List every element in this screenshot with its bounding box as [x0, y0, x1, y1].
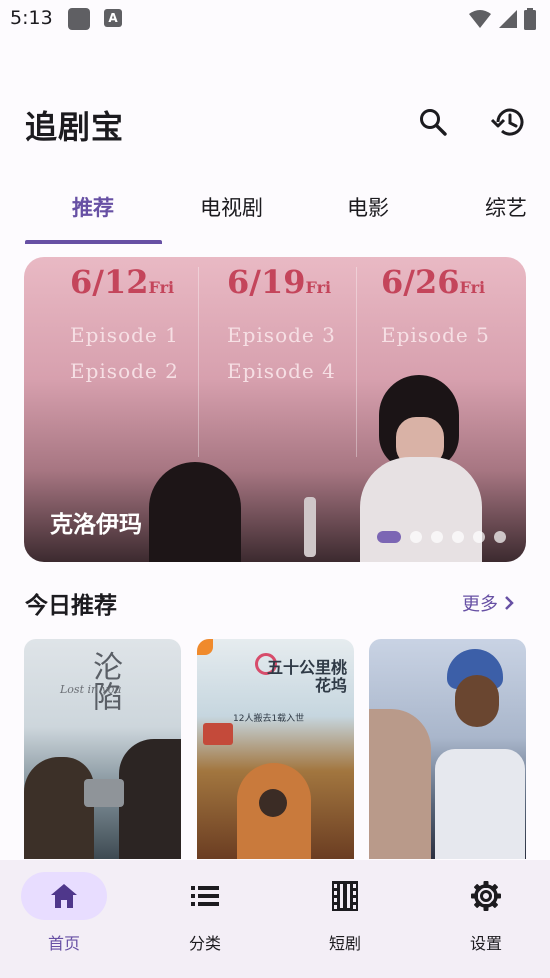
wifi-icon	[469, 10, 491, 28]
carousel-dot[interactable]	[494, 531, 506, 543]
badge-icon	[197, 639, 213, 655]
search-button[interactable]	[411, 100, 455, 144]
list-icon	[191, 886, 219, 906]
tab-indicator	[25, 240, 162, 244]
poster-figures-group	[435, 749, 525, 859]
poster-figure	[119, 739, 181, 859]
history-icon	[490, 108, 524, 136]
nav-label: 分类	[188, 934, 221, 953]
schedule-divider	[356, 267, 357, 457]
signal-icon	[499, 10, 517, 28]
carousel-dot[interactable]	[431, 531, 443, 543]
carousel-indicator	[377, 531, 506, 543]
tab-recommend[interactable]: 推荐	[72, 192, 114, 222]
app-notification-icon	[68, 8, 90, 30]
poster-title: 沦陷	[87, 651, 122, 711]
banner-carousel[interactable]: 6/12Fri Episode 1 Episode 2 6/19Fri Epis…	[24, 257, 526, 562]
nav-label: 设置	[469, 934, 502, 953]
nav-pill	[443, 872, 529, 920]
poster-figure-face	[455, 675, 499, 727]
banner-title: 克洛伊玛	[50, 512, 142, 538]
nav-pill	[162, 872, 248, 920]
carousel-dot[interactable]	[410, 531, 422, 543]
poster-title: 五十公里桃花坞	[266, 658, 347, 695]
film-icon	[332, 881, 358, 911]
poster-figure	[24, 757, 94, 859]
a-notification-icon: A	[104, 9, 122, 27]
schedule-episode: Episode 2	[70, 359, 179, 383]
poster-card[interactable]	[369, 639, 526, 859]
carousel-dot[interactable]	[452, 531, 464, 543]
poster-subtitle: Lost in you	[60, 683, 122, 696]
person-figure-shirt	[360, 457, 482, 562]
schedule-column: 6/19Fri Episode 3 Episode 4	[227, 257, 387, 427]
schedule-episode: Episode 3	[227, 323, 336, 347]
nav-pill	[302, 872, 388, 920]
tab-movies[interactable]: 电影	[347, 192, 389, 222]
bottom-navigation: 首页 分类 短剧 设置	[0, 860, 550, 978]
chevron-right-icon	[505, 596, 514, 610]
schedule-column: 6/12Fri Episode 1 Episode 2	[70, 257, 230, 427]
category-tabs: 推荐 电视剧 电影 综艺	[0, 182, 550, 244]
poster-figure-profile	[369, 709, 431, 859]
schedule-episode: Episode 1	[70, 323, 179, 347]
poster-prop	[84, 779, 124, 807]
status-time: 5:13	[10, 7, 53, 29]
poster-subtitle: 12人搬去1载入世	[233, 714, 305, 724]
schedule-divider	[198, 267, 199, 457]
more-label: 更多	[462, 594, 498, 615]
poster-card[interactable]: 五十公里桃花坞 12人搬去1载入世	[197, 639, 354, 859]
history-button[interactable]	[485, 100, 529, 144]
status-bar: 5:13 A	[0, 0, 550, 38]
nav-settings[interactable]: 设置	[436, 872, 536, 954]
schedule-date: 6/26Fri	[381, 263, 486, 301]
home-icon	[51, 884, 77, 908]
nav-home[interactable]: 首页	[14, 872, 114, 954]
carousel-dot[interactable]	[473, 531, 485, 543]
cable-car	[203, 723, 233, 745]
battery-icon	[524, 8, 536, 30]
nav-label: 短剧	[328, 934, 361, 953]
schedule-episode: Episode 5	[381, 323, 490, 347]
nav-short-drama[interactable]: 短剧	[295, 872, 395, 954]
carousel-dot[interactable]	[377, 531, 401, 543]
house-window	[259, 789, 287, 817]
section-title: 今日推荐	[25, 593, 117, 619]
poster-card[interactable]: 沦陷 Lost in you	[24, 639, 181, 859]
more-button[interactable]: 更多	[462, 590, 514, 616]
tab-variety[interactable]: 综艺	[485, 192, 527, 222]
nav-category[interactable]: 分类	[155, 872, 255, 954]
nav-pill	[21, 872, 107, 920]
prop-object	[304, 497, 316, 557]
gear-icon	[471, 881, 501, 911]
search-icon	[420, 109, 447, 136]
nav-label: 首页	[47, 934, 80, 953]
schedule-date: 6/12Fri	[70, 263, 175, 301]
tab-tv-series[interactable]: 电视剧	[200, 192, 263, 222]
person-figure-left	[149, 462, 241, 562]
schedule-episode: Episode 4	[227, 359, 336, 383]
app-title: 追剧宝	[25, 108, 125, 146]
schedule-date: 6/19Fri	[227, 263, 332, 301]
